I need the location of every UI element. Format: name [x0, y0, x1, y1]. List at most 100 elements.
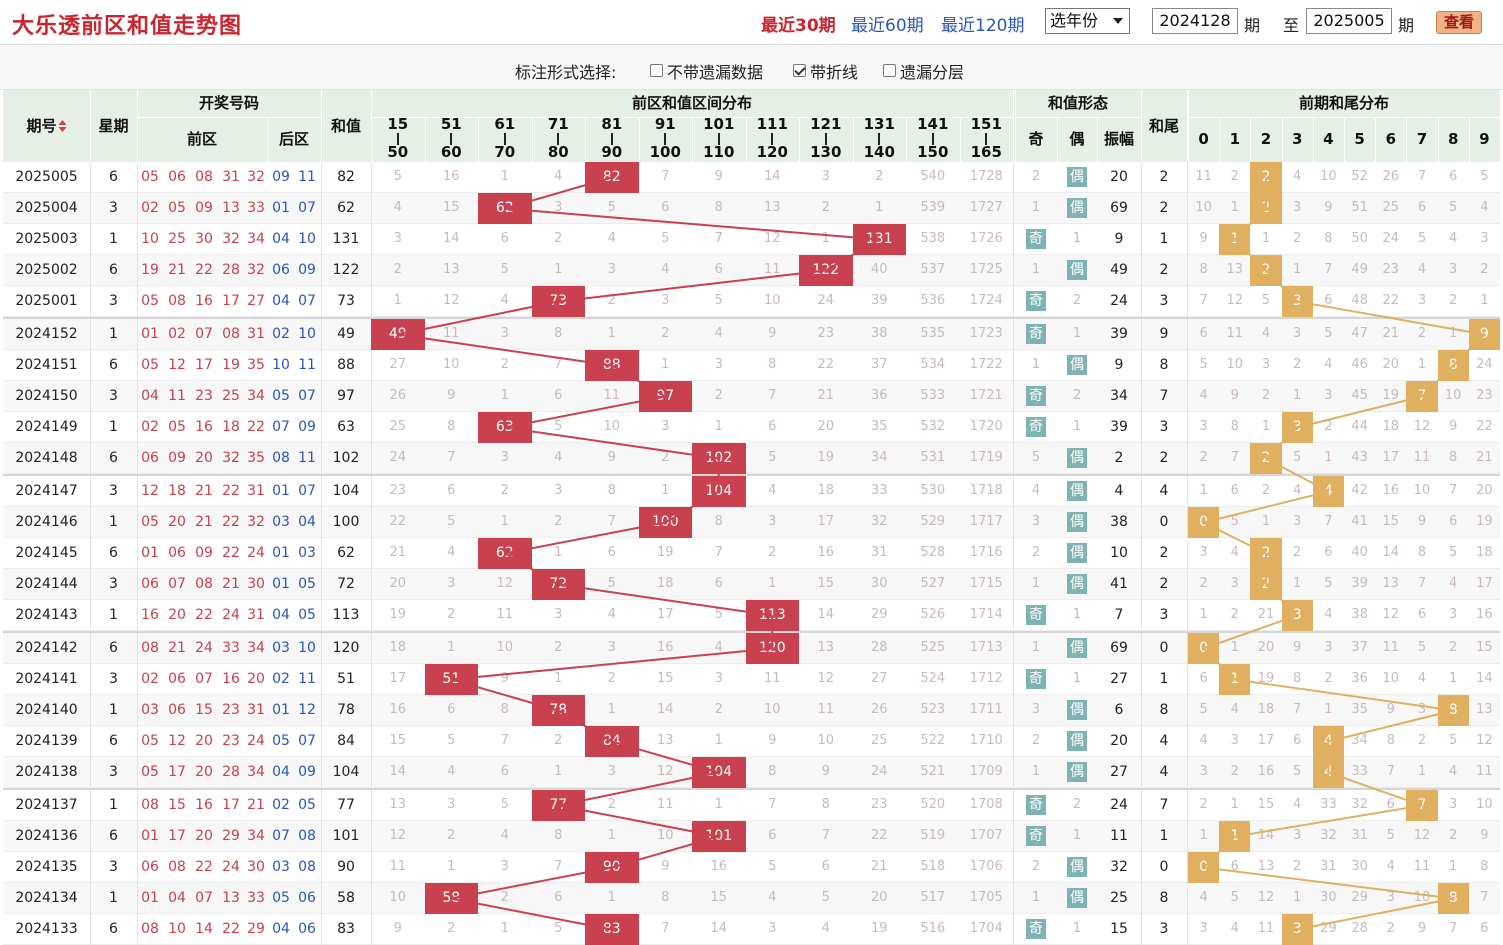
- checkbox[interactable]: [650, 64, 663, 77]
- sum-cell: 78: [337, 702, 355, 718]
- form-hit: 奇: [1026, 229, 1046, 249]
- distribution-omission: 34: [870, 450, 888, 465]
- tail-omission: 18: [1382, 419, 1400, 434]
- option-label: 不带遗漏数据: [667, 63, 764, 82]
- tail-omission: 15: [1257, 797, 1275, 812]
- front-ball: 28: [222, 262, 240, 278]
- distribution-hit: 113: [745, 600, 799, 631]
- checkbox[interactable]: [883, 64, 896, 77]
- tail-omission: 11: [1413, 859, 1431, 874]
- to-issue-input[interactable]: 2025005: [1306, 8, 1392, 34]
- front-ball: 17: [222, 797, 240, 813]
- tail-omission: 28: [1351, 921, 1368, 936]
- recent-120-link[interactable]: 最近120期: [941, 11, 1024, 36]
- front-ball: 24: [222, 859, 240, 875]
- amplitude-cell: 9: [1114, 231, 1124, 247]
- front-ball: 30: [247, 576, 265, 592]
- column-divider: [1013, 507, 1014, 538]
- tail-omission: 2: [1230, 764, 1239, 779]
- tail-omission: 2: [1293, 545, 1302, 560]
- option-omission-layer[interactable]: 遗漏分层: [883, 59, 964, 83]
- distribution-omission: 13: [656, 733, 674, 748]
- tail-hit: 3: [1281, 412, 1313, 443]
- tail-omission: 9: [1199, 231, 1208, 246]
- tail-hit: 3: [1281, 286, 1313, 317]
- front-ball: 09: [168, 450, 186, 466]
- front-ball: 12: [168, 357, 186, 373]
- distribution-omission: 2: [714, 702, 723, 717]
- front-ball: 33: [247, 200, 265, 216]
- issue-cell: 2025002: [15, 262, 78, 278]
- range-low: 91: [654, 115, 676, 133]
- back-ball: 07: [298, 388, 316, 404]
- distribution-omission: 1: [554, 671, 563, 686]
- distribution-omission: 1: [500, 169, 509, 184]
- tail-omission: 1: [1199, 607, 1208, 622]
- tail-omission: 12: [1413, 828, 1431, 843]
- tail-cell: 9: [1159, 326, 1169, 342]
- distribution-omission: 11: [817, 702, 835, 717]
- weekday-cell: 3: [109, 576, 118, 592]
- tail-omission: 2: [1386, 921, 1395, 936]
- amplitude-cell: 9: [1114, 357, 1124, 373]
- amplitude-cell: 11: [1110, 828, 1128, 844]
- tail-omission: 3: [1199, 921, 1208, 936]
- tail-omission: 10: [1226, 357, 1244, 372]
- issue-cell: 2025005: [15, 169, 78, 185]
- front-ball: 15: [168, 797, 186, 813]
- weekday-cell: 3: [109, 483, 118, 499]
- tail-omission: 16: [1382, 483, 1400, 498]
- year-select[interactable]: 选年份: [1045, 8, 1130, 34]
- distribution-omission: 15: [389, 733, 407, 748]
- query-button[interactable]: 查看: [1436, 11, 1482, 34]
- distribution-omission: 15: [817, 576, 835, 591]
- distribution-hit: 104: [692, 757, 746, 788]
- tail-omission: 16: [1476, 607, 1493, 622]
- front-ball: 10: [168, 921, 186, 937]
- tail-omission: 5: [1293, 450, 1302, 465]
- header-issue-label: 期号: [26, 117, 57, 135]
- tail-omission: 17: [1257, 733, 1275, 748]
- range-high: 80: [547, 143, 569, 161]
- sort-icon[interactable]: [58, 92, 67, 132]
- tail-omission: 7: [1449, 483, 1458, 498]
- sum-cell: 63: [337, 419, 355, 435]
- form-omission: 1: [1031, 357, 1041, 372]
- front-ball: 13: [222, 890, 240, 906]
- option-polyline[interactable]: 带折线: [793, 59, 858, 83]
- tail-omission: 1: [1449, 671, 1458, 686]
- distribution-omission: 4: [714, 326, 723, 341]
- recent-30-link[interactable]: 最近30期: [761, 11, 836, 36]
- distribution-omission: 33: [870, 483, 888, 498]
- distribution-omission: 14: [710, 921, 728, 936]
- distribution-omission: 4: [500, 293, 509, 308]
- amplitude-cell: 20: [1110, 169, 1128, 185]
- tail-omission: 9: [1230, 388, 1239, 403]
- from-issue-input[interactable]: 2024128: [1152, 8, 1238, 34]
- back-ball: 08: [298, 828, 316, 844]
- distribution-omission: 22: [389, 514, 407, 529]
- distribution-omission: 1: [714, 733, 723, 748]
- option-no-omission[interactable]: 不带遗漏数据: [650, 59, 763, 83]
- header-issue[interactable]: 期号: [3, 90, 90, 162]
- distribution-omission: 1719: [969, 450, 1003, 465]
- tail-omission: 10: [1476, 797, 1493, 812]
- tail-omission: 11: [1226, 326, 1244, 341]
- distribution-omission: 3: [661, 293, 670, 308]
- front-ball: 07: [168, 576, 186, 592]
- tail-omission: 8: [1449, 450, 1458, 465]
- distribution-omission: 1704: [969, 921, 1003, 936]
- recent-60-link[interactable]: 最近60期: [851, 11, 924, 36]
- tail-omission: 44: [1351, 419, 1368, 434]
- form-omission: 3: [1031, 514, 1041, 529]
- tail-cell: 1: [1159, 231, 1169, 247]
- checkbox-checked[interactable]: [793, 64, 806, 77]
- issue-cell: 2024146: [15, 514, 78, 530]
- distribution-omission: 1: [661, 483, 670, 498]
- tail-omission: 22: [1382, 293, 1400, 308]
- back-ball: 09: [298, 419, 316, 435]
- tail-omission: 14: [1382, 545, 1400, 560]
- form-hit: 奇: [1026, 324, 1046, 344]
- tail-omission: 7: [1417, 169, 1427, 184]
- distribution-omission: 8: [500, 702, 509, 717]
